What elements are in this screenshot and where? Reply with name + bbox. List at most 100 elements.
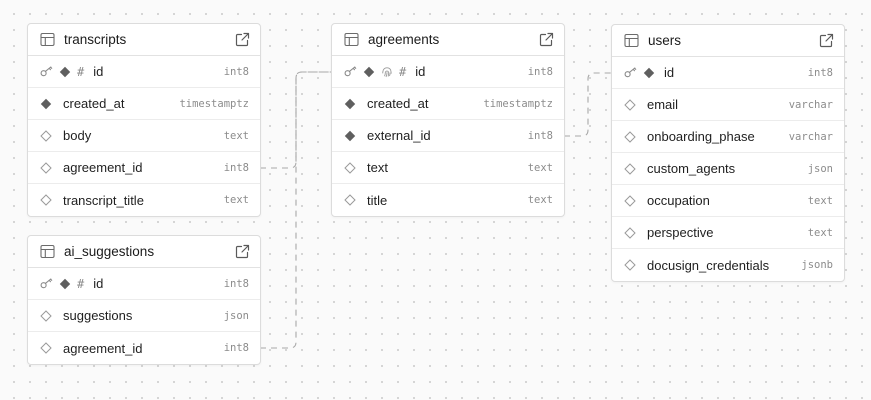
column-markers	[40, 161, 54, 174]
table-icon	[40, 32, 55, 47]
column-type: json	[807, 162, 833, 175]
diamond-outline-icon	[344, 194, 356, 206]
column-markers	[40, 194, 54, 206]
column-name: text	[367, 160, 388, 175]
diamond-outline-icon	[40, 194, 52, 206]
diamond-outline-icon	[624, 226, 636, 239]
column-type: int8	[223, 161, 249, 174]
column-name: occupation	[647, 193, 710, 208]
column-markers	[344, 98, 358, 110]
external-link-icon[interactable]	[235, 32, 250, 47]
diamond-outline-icon	[40, 342, 52, 354]
relationship-line	[260, 71, 332, 169]
table-transcripts[interactable]: transcripts # id int8 created_at timestamptz b…	[27, 23, 261, 217]
column-type: int8	[223, 342, 249, 354]
column-name: external_id	[367, 128, 431, 143]
column-row-title[interactable]: title text	[332, 184, 564, 216]
key-icon	[40, 278, 53, 289]
column-markers	[40, 309, 54, 322]
table-name: users	[648, 33, 682, 48]
table-header: ai_suggestions	[28, 236, 260, 268]
column-markers	[624, 194, 638, 207]
column-row-agreement-id[interactable]: agreement_id int8	[28, 152, 260, 184]
column-row-perspective[interactable]: perspective text	[612, 217, 844, 249]
column-type: timestamptz	[179, 97, 249, 110]
external-link-icon[interactable]	[235, 244, 250, 259]
column-markers: #	[40, 66, 84, 78]
column-type: int8	[223, 65, 249, 78]
column-type: int8	[527, 65, 553, 78]
external-link-icon[interactable]	[539, 32, 554, 47]
diamond-outline-icon	[624, 194, 636, 207]
column-type: text	[807, 194, 833, 207]
column-type: int8	[527, 129, 553, 142]
column-name: onboarding_phase	[647, 129, 755, 144]
table-header: agreements	[332, 24, 564, 56]
column-row-text[interactable]: text text	[332, 152, 564, 184]
diamond-filled-icon	[643, 67, 655, 79]
column-markers	[624, 259, 638, 271]
column-markers	[344, 194, 358, 206]
key-icon	[40, 66, 53, 77]
table-agreements[interactable]: agreements # id int8 created_at timestamptz ex…	[331, 23, 565, 217]
diamond-filled-icon	[344, 130, 356, 142]
column-name: created_at	[63, 96, 125, 111]
column-row-custom-agents[interactable]: custom_agents json	[612, 153, 844, 185]
column-name: id	[664, 65, 675, 80]
column-markers: #	[344, 66, 406, 78]
relationship-line	[260, 71, 332, 349]
column-row-occupation[interactable]: occupation text	[612, 185, 844, 217]
column-name: email	[647, 97, 679, 112]
column-markers	[40, 129, 54, 142]
hash-icon: #	[77, 64, 85, 79]
column-markers	[40, 98, 54, 110]
column-row-external-id[interactable]: external_id int8	[332, 120, 564, 152]
diamond-outline-icon	[624, 130, 636, 143]
key-icon	[624, 67, 637, 78]
column-name: id	[415, 64, 426, 79]
column-markers	[344, 130, 358, 142]
column-type: varchar	[788, 130, 833, 143]
column-row-agreement-id[interactable]: agreement_id int8	[28, 332, 260, 364]
column-type: text	[527, 161, 553, 174]
diamond-filled-icon	[363, 66, 375, 78]
column-row-id[interactable]: id int8	[612, 57, 844, 89]
column-row-onboarding-phase[interactable]: onboarding_phase varchar	[612, 121, 844, 153]
diamond-outline-icon	[624, 98, 636, 111]
column-type: text	[527, 194, 553, 206]
table-name: agreements	[368, 32, 440, 47]
column-markers	[624, 130, 638, 143]
table-ai-suggestions[interactable]: ai_suggestions # id int8 suggestions json agre…	[27, 235, 261, 365]
table-header: transcripts	[28, 24, 260, 56]
column-row-transcript-title[interactable]: transcript_title text	[28, 184, 260, 216]
table-icon	[624, 33, 639, 48]
column-row-email[interactable]: email varchar	[612, 89, 844, 121]
diamond-outline-icon	[40, 309, 52, 322]
column-type: text	[807, 226, 833, 239]
column-markers	[624, 67, 655, 79]
column-markers	[624, 226, 638, 239]
column-row-created-at[interactable]: created_at timestamptz	[28, 88, 260, 120]
table-users[interactable]: users id int8 email varchar onboarding_phase v…	[611, 24, 845, 282]
schema-canvas[interactable]: transcripts # id int8 created_at timestamptz b…	[0, 0, 871, 400]
column-name: created_at	[367, 96, 429, 111]
diamond-outline-icon	[344, 161, 356, 174]
diamond-outline-icon	[40, 129, 52, 142]
fingerprint-icon	[381, 66, 393, 78]
column-row-docusign-credentials[interactable]: docusign_credentials jsonb	[612, 249, 844, 281]
column-row-id[interactable]: # id int8	[28, 56, 260, 88]
column-row-created-at[interactable]: created_at timestamptz	[332, 88, 564, 120]
external-link-icon[interactable]	[819, 33, 834, 48]
diamond-outline-icon	[624, 259, 636, 271]
column-row-id[interactable]: # id int8	[28, 268, 260, 300]
column-row-id[interactable]: # id int8	[332, 56, 564, 88]
table-header: users	[612, 25, 844, 57]
column-row-suggestions[interactable]: suggestions json	[28, 300, 260, 332]
column-name: id	[93, 276, 104, 291]
diamond-outline-icon	[40, 161, 52, 174]
key-icon	[344, 66, 357, 77]
column-type: timestamptz	[483, 97, 553, 110]
column-name: agreement_id	[63, 160, 143, 175]
column-row-body[interactable]: body text	[28, 120, 260, 152]
column-markers	[40, 342, 54, 354]
